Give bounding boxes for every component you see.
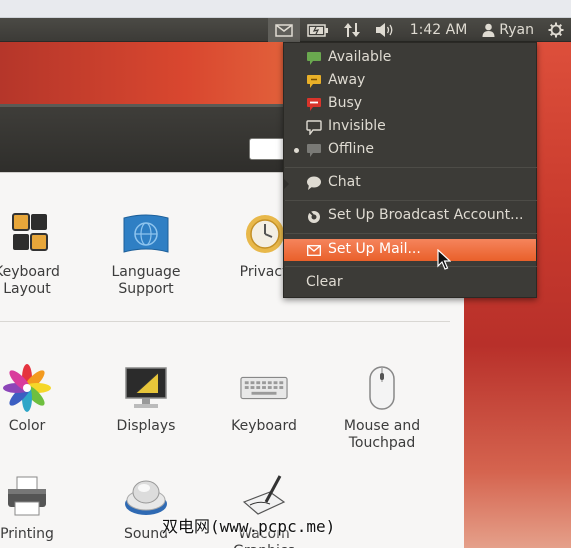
tile-color[interactable]: Color xyxy=(0,364,82,435)
tile-label: Displays xyxy=(116,418,176,434)
keyboard-icon xyxy=(240,364,288,412)
tile-label: Keyboard Layout xyxy=(0,264,60,297)
tile-printing[interactable]: Printing xyxy=(0,472,82,543)
keyboard-layout-icon xyxy=(3,210,51,258)
submenu-arrow xyxy=(284,179,289,189)
user-name: Ryan xyxy=(499,22,534,38)
menu-separator xyxy=(285,167,537,168)
printer-icon xyxy=(3,472,51,520)
menu-item-available[interactable]: Available xyxy=(284,47,536,69)
tile-mouse-touchpad[interactable]: Mouse and Touchpad xyxy=(327,364,437,452)
tile-label: Printing xyxy=(0,526,54,542)
available-status-icon xyxy=(306,51,322,66)
language-globe-icon xyxy=(122,210,170,258)
tile-label: Mouse and Touchpad xyxy=(343,418,421,451)
menu-separator xyxy=(285,266,537,267)
display-monitor-icon xyxy=(122,364,170,412)
menu-item-label: Invisible xyxy=(328,118,386,134)
menu-item-invisible[interactable]: Invisible xyxy=(284,116,536,138)
tile-label: Color xyxy=(8,418,46,434)
mouse-icon xyxy=(358,364,406,412)
menu-item-label: Busy xyxy=(328,95,363,111)
menu-item-setup-mail[interactable]: Set Up Mail... xyxy=(284,239,536,261)
offline-status-icon xyxy=(306,143,322,158)
menu-item-label: Set Up Mail... xyxy=(328,241,421,257)
menu-item-label: Chat xyxy=(328,174,361,190)
messaging-menu-indicator[interactable] xyxy=(267,18,300,42)
menu-item-offline[interactable]: Offline xyxy=(284,139,536,161)
menu-separator xyxy=(285,200,537,201)
menu-item-away[interactable]: Away xyxy=(284,70,536,92)
tile-language-support[interactable]: Language Support xyxy=(91,210,201,298)
speaker-icon xyxy=(375,23,393,37)
menu-item-busy[interactable]: Busy xyxy=(284,93,536,115)
watermark-text: 双电网(www.pcpc.me) xyxy=(162,517,336,536)
tile-keyboard[interactable]: Keyboard xyxy=(209,364,319,435)
away-status-icon xyxy=(306,74,322,89)
session-menu[interactable] xyxy=(541,18,571,42)
sound-indicator[interactable] xyxy=(368,18,402,42)
panel-indicators: 1:42 AM Ryan xyxy=(267,18,571,42)
envelope-icon xyxy=(275,23,293,37)
network-indicator[interactable] xyxy=(336,18,368,42)
busy-status-icon xyxy=(306,97,322,112)
privacy-clock-icon xyxy=(241,210,289,258)
browser-top-strip xyxy=(0,0,571,18)
clock[interactable]: 1:42 AM xyxy=(402,18,476,42)
battery-icon xyxy=(307,23,328,37)
tile-label: Keyboard xyxy=(231,418,297,434)
section-divider xyxy=(0,321,450,322)
network-arrows-icon xyxy=(343,23,360,37)
tile-displays[interactable]: Displays xyxy=(91,364,201,435)
menu-item-label: Offline xyxy=(328,141,374,157)
invisible-status-icon xyxy=(306,120,322,135)
broadcast-icon xyxy=(306,209,322,224)
menu-separator xyxy=(285,233,537,234)
menu-item-chat[interactable]: Chat xyxy=(284,172,536,194)
menu-item-label: Available xyxy=(328,49,392,65)
color-flower-icon xyxy=(3,364,51,412)
menu-item-label: Clear xyxy=(306,274,343,290)
mail-envelope-icon xyxy=(306,243,322,258)
menu-item-label: Away xyxy=(328,72,366,88)
battery-indicator[interactable] xyxy=(300,18,336,42)
selected-radio-dot xyxy=(294,148,299,153)
user-menu[interactable]: Ryan xyxy=(475,18,541,42)
tile-label: Language Support xyxy=(111,264,181,297)
menu-item-label: Set Up Broadcast Account... xyxy=(328,207,524,223)
gear-icon xyxy=(548,22,564,38)
tile-keyboard-layout[interactable]: Keyboard Layout xyxy=(0,210,82,298)
mouse-cursor-icon xyxy=(437,249,451,270)
menu-item-broadcast[interactable]: Set Up Broadcast Account... xyxy=(284,205,536,227)
chat-bubble-icon xyxy=(306,176,322,191)
user-icon xyxy=(482,23,495,37)
messaging-menu: Available Away Busy Invisible Offline Ch… xyxy=(283,42,537,298)
menu-item-clear[interactable]: Clear xyxy=(284,272,536,294)
